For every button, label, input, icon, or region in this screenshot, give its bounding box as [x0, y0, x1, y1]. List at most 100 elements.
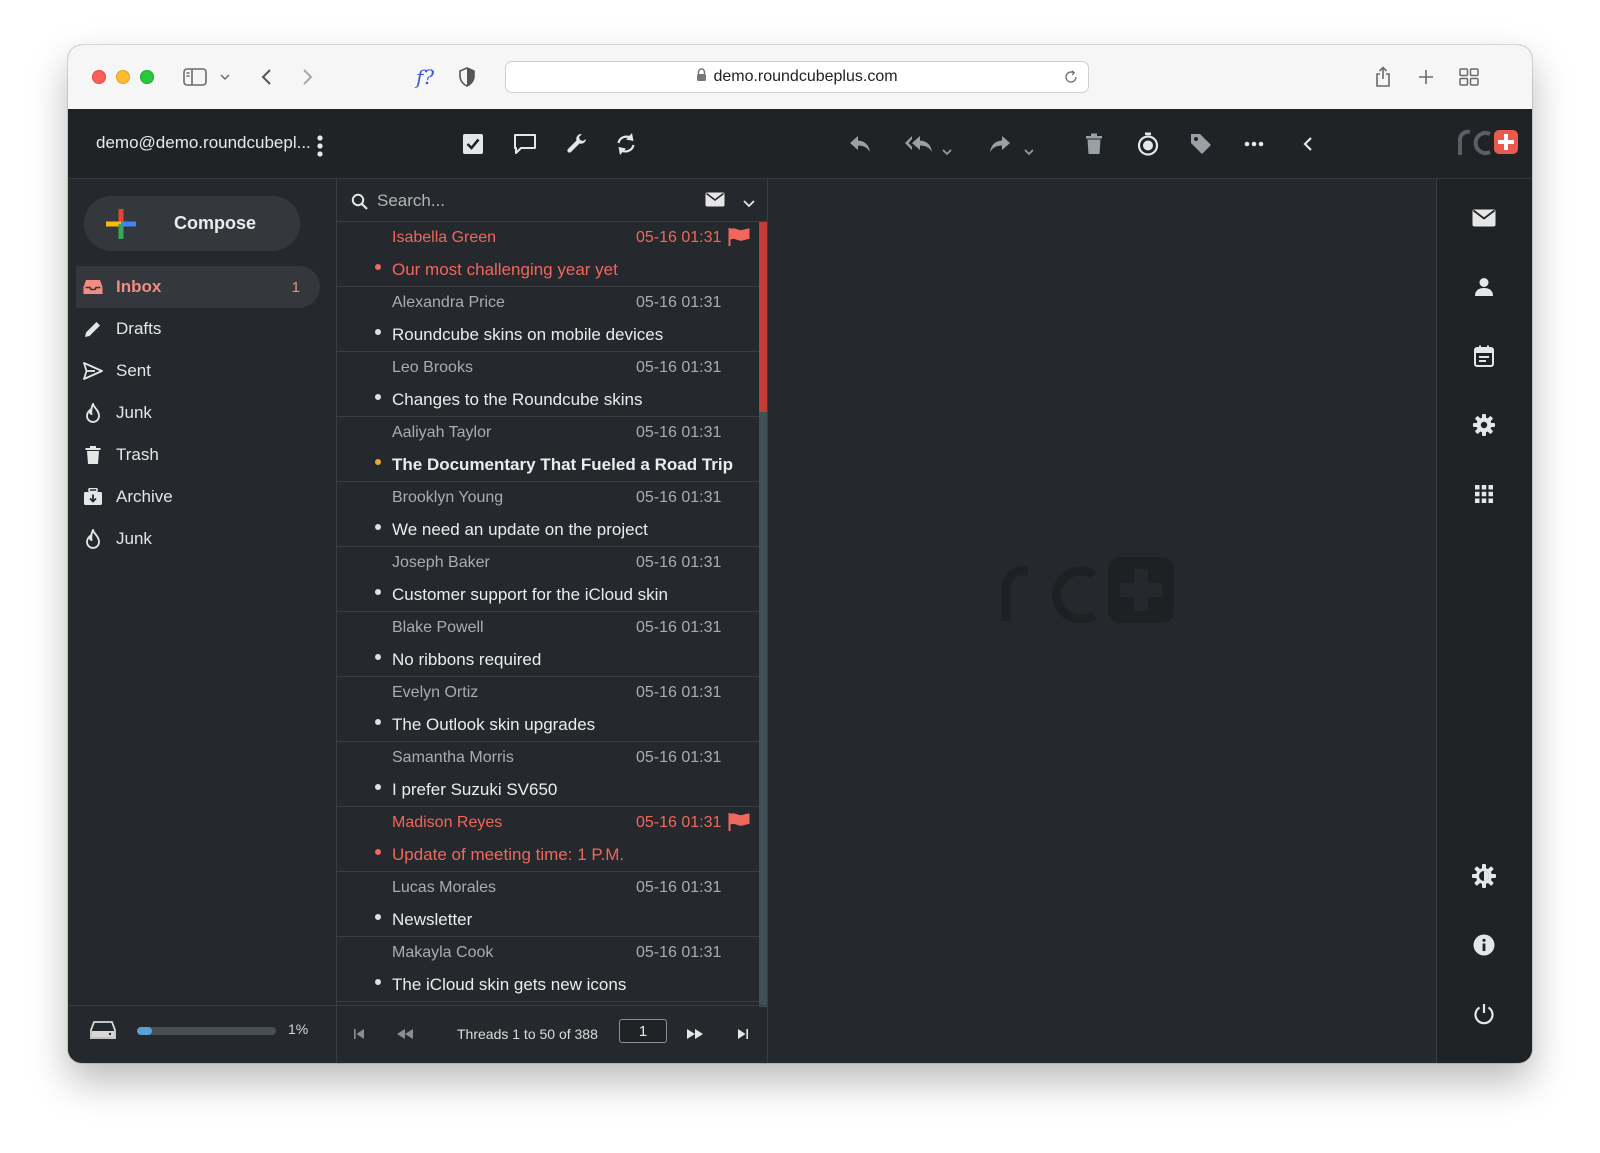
folder-item-junk[interactable]: Junk	[76, 392, 320, 434]
status-dot-icon[interactable]	[375, 784, 381, 790]
message-row[interactable]: Isabella Green 05-16 01:31 Our most challe…	[337, 222, 759, 287]
status-dot-icon[interactable]	[375, 329, 381, 335]
theme-icon[interactable]	[1471, 863, 1497, 889]
flag-icon[interactable]	[728, 228, 750, 251]
previous-page-icon[interactable]	[395, 1024, 415, 1044]
status-dot-icon[interactable]	[375, 524, 381, 530]
message-date: 05-16 01:31	[636, 684, 722, 701]
back-icon[interactable]	[256, 65, 276, 89]
forward-options-icon[interactable]	[1022, 145, 1036, 159]
quota-indicator: 1%	[68, 1005, 336, 1063]
status-dot-icon[interactable]	[375, 459, 381, 465]
share-icon[interactable]	[1372, 65, 1394, 89]
message-row[interactable]: Makayla Cook 05-16 01:31 The iCloud skin g…	[337, 937, 759, 1002]
tag-icon[interactable]	[1187, 131, 1215, 157]
settings-icon[interactable]	[1471, 412, 1497, 438]
forward-message-icon[interactable]	[986, 131, 1014, 157]
status-dot-icon[interactable]	[375, 849, 381, 855]
message-row[interactable]: Aaliyah Taylor 05-16 01:31 The Documentary…	[337, 417, 759, 482]
pencil-icon	[82, 318, 104, 340]
fq-label: f?	[415, 65, 435, 89]
options-icon[interactable]	[563, 131, 591, 157]
message-date: 05-16 01:31	[636, 619, 722, 636]
task-bar	[1436, 179, 1532, 1063]
message-subject: No ribbons required	[392, 650, 542, 669]
folder-list: Inbox 1 Drafts Sent Junk Trash Archive J…	[68, 266, 336, 560]
status-dot-icon[interactable]	[375, 719, 381, 725]
folder-item-junk-2[interactable]: Junk	[76, 518, 320, 560]
compose-button[interactable]: Compose	[84, 196, 300, 251]
apps-icon[interactable]	[1471, 481, 1497, 507]
scrollbar-thumb[interactable]	[759, 222, 767, 412]
next-page-icon[interactable]	[685, 1024, 705, 1044]
folder-item-archive[interactable]: Archive	[76, 476, 320, 518]
snooze-icon[interactable]	[1134, 131, 1162, 157]
close-window-button[interactable]	[92, 70, 106, 84]
message-date: 05-16 01:31	[636, 944, 722, 961]
message-row[interactable]: Blake Powell 05-16 01:31 No ribbons requir…	[337, 612, 759, 677]
shield-icon[interactable]	[456, 65, 478, 89]
folder-item-trash[interactable]: Trash	[76, 434, 320, 476]
roundcube-plus-logo	[1456, 127, 1518, 162]
status-dot-icon[interactable]	[375, 914, 381, 920]
search-scope-mail-icon[interactable]	[705, 192, 725, 212]
search-input[interactable]	[375, 188, 689, 214]
sidebar-toggle-icon[interactable]	[182, 65, 208, 89]
reply-icon[interactable]	[846, 131, 874, 157]
zoom-window-button[interactable]	[140, 70, 154, 84]
last-page-icon[interactable]	[733, 1024, 753, 1044]
roundcube-plus-watermark	[998, 557, 1176, 628]
about-icon[interactable]	[1471, 932, 1497, 958]
lock-icon	[696, 67, 707, 87]
reply-all-icon[interactable]	[902, 131, 936, 157]
chevron-down-icon[interactable]	[218, 65, 232, 89]
reload-icon[interactable]	[1064, 70, 1078, 89]
select-icon[interactable]	[459, 131, 487, 157]
contacts-icon[interactable]	[1471, 274, 1497, 300]
flag-icon[interactable]	[728, 813, 750, 836]
calendar-icon[interactable]	[1471, 343, 1497, 369]
logout-icon[interactable]	[1471, 1001, 1497, 1027]
refresh-icon[interactable]	[612, 131, 640, 157]
message-row[interactable]: Evelyn Ortiz 05-16 01:31 The Outlook skin …	[337, 677, 759, 742]
collapse-icon[interactable]	[1294, 131, 1322, 157]
status-dot-icon[interactable]	[375, 589, 381, 595]
delete-icon[interactable]	[1080, 131, 1108, 157]
minimize-window-button[interactable]	[116, 70, 130, 84]
status-dot-icon[interactable]	[375, 979, 381, 985]
folder-item-inbox[interactable]: Inbox 1	[76, 266, 320, 308]
mail-icon[interactable]	[1471, 205, 1497, 231]
status-dot-icon[interactable]	[375, 394, 381, 400]
status-dot-icon[interactable]	[375, 264, 381, 270]
message-row[interactable]: Lucas Morales 05-16 01:31 Newsletter	[337, 872, 759, 937]
message-row[interactable]: Alexandra Price 05-16 01:31 Roundcube skin…	[337, 287, 759, 352]
message-row[interactable]: Leo Brooks 05-16 01:31 Changes to the Roun…	[337, 352, 759, 417]
message-sender: Lucas Morales	[392, 879, 497, 896]
folder-item-drafts[interactable]: Drafts	[76, 308, 320, 350]
message-row[interactable]: Brooklyn Young 05-16 01:31 We need an upda…	[337, 482, 759, 547]
account-menu-icon[interactable]	[316, 135, 324, 162]
folder-item-sent[interactable]: Sent	[76, 350, 320, 392]
reply-all-options-icon[interactable]	[940, 145, 954, 159]
message-row[interactable]: Madison Reyes 05-16 01:31 Update of meetin…	[337, 807, 759, 872]
message-date: 05-16 01:31	[636, 229, 722, 246]
message-row[interactable]: Samantha Morris 05-16 01:31 I prefer Suzuk…	[337, 742, 759, 807]
address-bar[interactable]: demo.roundcubeplus.com	[505, 61, 1089, 93]
fq-icon[interactable]: f?	[410, 65, 440, 89]
first-page-icon[interactable]	[349, 1024, 369, 1044]
page-number-input[interactable]	[619, 1019, 667, 1043]
more-icon[interactable]	[1240, 131, 1268, 157]
message-row[interactable]: Joseph Baker 05-16 01:31 Customer support …	[337, 547, 759, 612]
message-sender: Leo Brooks	[392, 359, 473, 376]
thread-count: Threads 1 to 50 of 388	[457, 1026, 598, 1042]
message-subject: The Documentary That Fueled a Road Trip	[392, 455, 733, 474]
status-dot-icon[interactable]	[375, 654, 381, 660]
search-options-chevron-icon[interactable]	[743, 195, 755, 213]
new-tab-icon[interactable]	[1416, 65, 1436, 89]
threads-icon[interactable]	[511, 131, 539, 157]
message-date: 05-16 01:31	[636, 554, 722, 571]
forward-icon[interactable]	[298, 65, 318, 89]
message-sender: Joseph Baker	[392, 554, 490, 571]
message-date: 05-16 01:31	[636, 879, 722, 896]
tab-overview-icon[interactable]	[1458, 65, 1480, 89]
